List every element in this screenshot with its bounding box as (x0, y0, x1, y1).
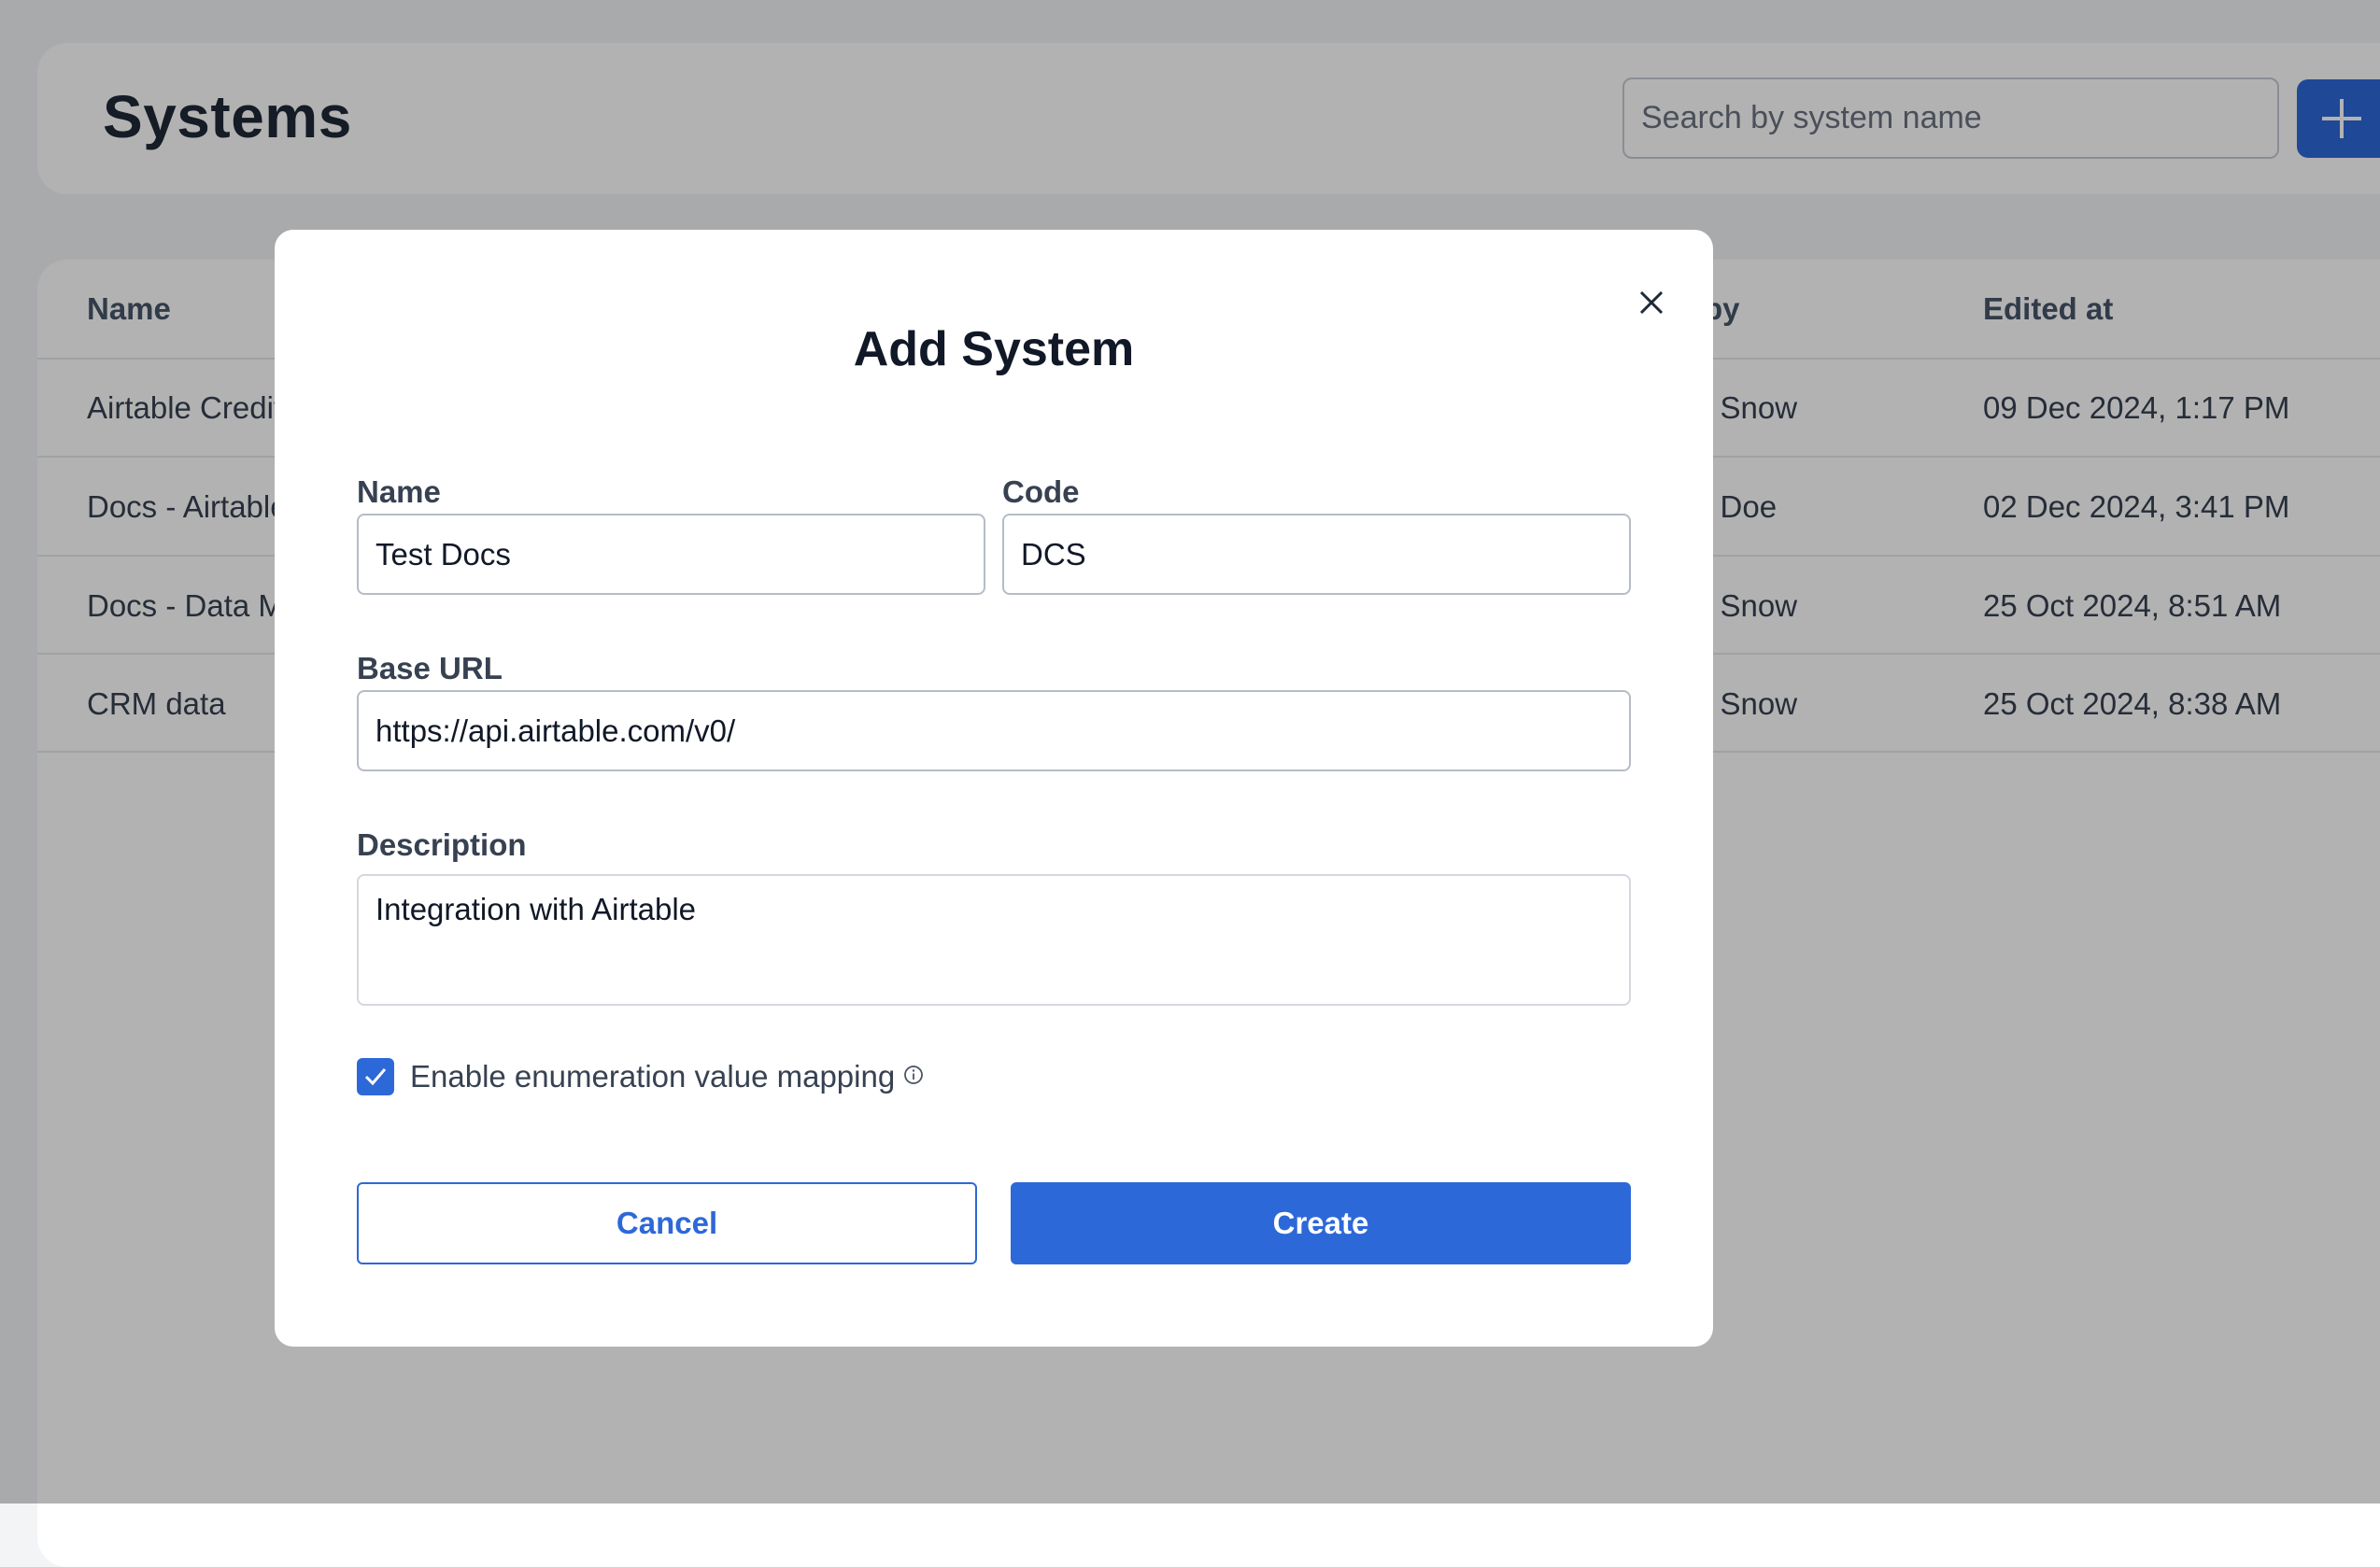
app-root: Systems Name by Edited at Airtable Credi… (0, 0, 2380, 1567)
code-input[interactable] (1002, 514, 1631, 595)
info-icon[interactable] (902, 1064, 925, 1086)
cancel-button[interactable]: Cancel (357, 1182, 977, 1264)
create-button[interactable]: Create (1011, 1182, 1631, 1264)
description-label: Description (357, 827, 527, 862)
name-input[interactable] (357, 514, 985, 595)
close-icon[interactable] (1631, 282, 1672, 323)
name-label: Name (357, 474, 441, 509)
code-label: Code (1002, 474, 1080, 509)
add-system-modal: Add System Name Code Base URL Descriptio… (275, 230, 1713, 1347)
base-url-label: Base URL (357, 651, 503, 685)
enum-mapping-checkbox[interactable] (357, 1058, 394, 1095)
description-textarea[interactable]: Integration with Airtable (357, 874, 1631, 1006)
enum-mapping-label[interactable]: Enable enumeration value mapping (410, 1059, 895, 1094)
checkmark-icon (364, 1068, 387, 1086)
base-url-input[interactable] (357, 690, 1631, 771)
modal-title: Add System (853, 322, 1135, 376)
